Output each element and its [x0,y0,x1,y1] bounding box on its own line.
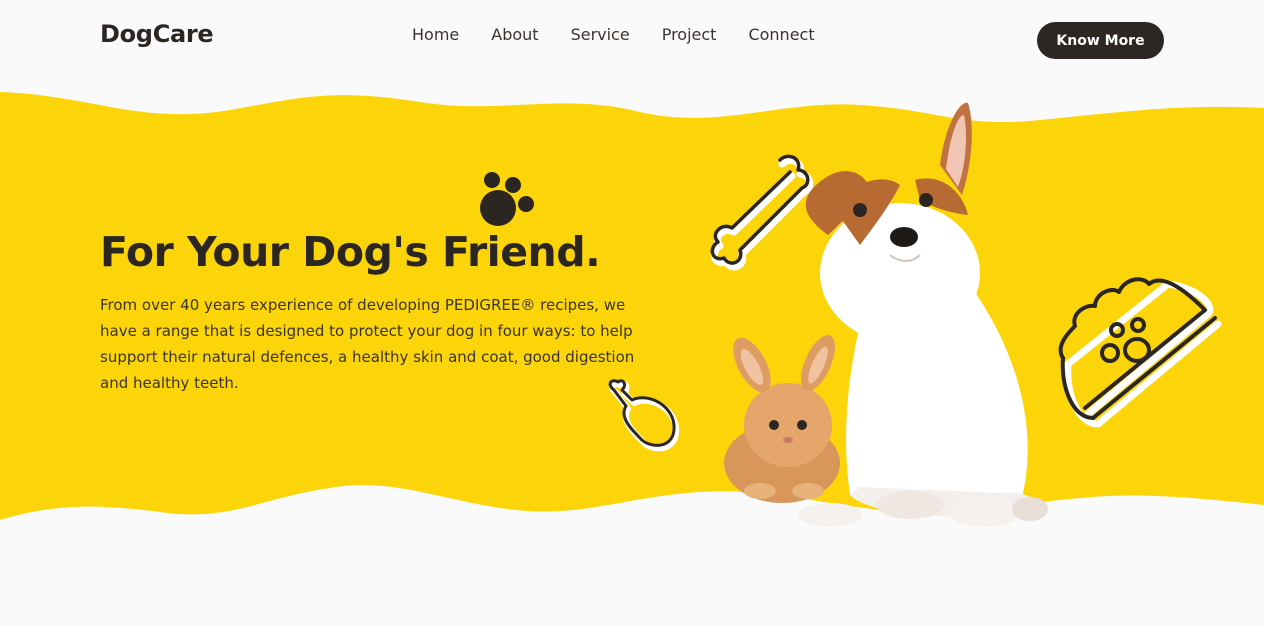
rabbit-figure [724,335,840,503]
top-navbar: DogCare Home About Service Project Conne… [0,0,1264,80]
nav-link-home[interactable]: Home [412,25,459,44]
brand-logo[interactable]: DogCare [100,20,214,48]
paw-icon [480,172,534,226]
main-menu: Home About Service Project Connect [412,25,815,44]
drumstick-icon [608,379,680,452]
nav-link-connect[interactable]: Connect [748,25,814,44]
dog-and-rabbit-image [724,102,1048,527]
nav-link-project[interactable]: Project [662,25,717,44]
nav-link-about[interactable]: About [491,25,538,44]
hero-title: For Your Dog's Friend. [100,228,601,276]
hero-description: From over 40 years experience of develop… [100,296,635,392]
nav-link-service[interactable]: Service [571,25,630,44]
know-more-button[interactable]: Know More [1037,22,1164,59]
